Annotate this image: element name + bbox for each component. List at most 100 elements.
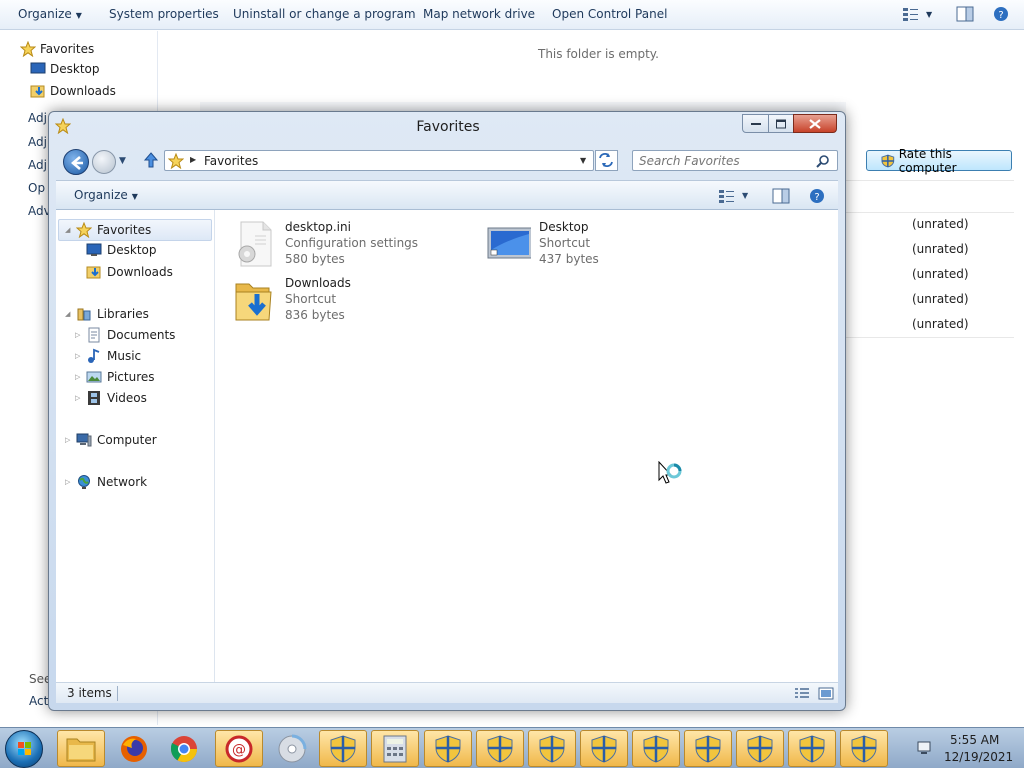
status-bar: 3 items xyxy=(56,682,838,703)
file-size: 437 bytes xyxy=(539,252,599,266)
help-icon[interactable]: ? xyxy=(808,188,826,204)
preview-pane-icon[interactable] xyxy=(772,188,790,204)
downloads-folder-icon xyxy=(235,283,272,321)
breadcrumb-favorites[interactable]: Favorites xyxy=(204,154,258,168)
nav-music[interactable]: Music xyxy=(86,348,141,364)
clock-date[interactable]: 12/19/2021 xyxy=(944,750,1013,764)
arrow-left-icon xyxy=(71,156,83,170)
rate-computer-button[interactable]: Rate this computer xyxy=(866,147,1012,175)
taskbar-uac-window-button[interactable] xyxy=(684,730,732,767)
bg-nav-desktop[interactable]: Desktop xyxy=(30,62,100,76)
taskbar-uac-window-button[interactable] xyxy=(736,730,784,767)
organize-button[interactable]: Organize ▼ xyxy=(74,188,138,202)
preview-pane-icon[interactable] xyxy=(956,6,974,22)
search-box[interactable] xyxy=(632,150,838,171)
file-item-downloads-shortcut[interactable]: Downloads Shortcut 836 bytes xyxy=(233,276,473,326)
nav-downloads[interactable]: Downloads xyxy=(86,264,173,280)
taskbar-uac-window-button[interactable] xyxy=(319,730,367,767)
search-icon[interactable] xyxy=(816,154,830,168)
settings-file-icon xyxy=(238,221,272,267)
collapsed-triangle-icon[interactable]: ▷ xyxy=(75,373,80,381)
nav-pictures[interactable]: Pictures xyxy=(86,369,155,385)
clock-time[interactable]: 5:55 AM xyxy=(950,733,999,747)
taskbar-disc-button[interactable] xyxy=(268,730,316,767)
address-dropdown-icon[interactable]: ▼ xyxy=(580,156,586,165)
nav-documents[interactable]: Documents xyxy=(86,327,175,343)
taskbar-uac-window-button[interactable] xyxy=(424,730,472,767)
back-button[interactable] xyxy=(63,149,89,175)
nav-desktop[interactable]: Desktop xyxy=(86,243,157,257)
taskbar-uac-window-button[interactable] xyxy=(788,730,836,767)
uac-shield-icon xyxy=(747,734,773,763)
start-button[interactable] xyxy=(5,730,43,768)
bg-uninstall-button[interactable]: Uninstall or change a program xyxy=(233,7,416,21)
maximize-icon xyxy=(776,119,786,128)
nav-libraries[interactable]: Libraries xyxy=(76,306,149,322)
documents-icon xyxy=(88,327,100,343)
collapsed-triangle-icon[interactable]: ▷ xyxy=(75,394,80,402)
large-icons-view-icon[interactable] xyxy=(818,687,834,700)
collapsed-triangle-icon[interactable]: ▷ xyxy=(65,436,70,444)
taskbar-uac-window-button[interactable] xyxy=(840,730,888,767)
uac-shield-icon xyxy=(695,734,721,763)
taskbar-uac-window-button[interactable] xyxy=(476,730,524,767)
details-view-icon[interactable] xyxy=(794,687,810,700)
bg-action-link-clipped[interactable]: Act xyxy=(29,694,48,708)
downloads-folder-icon xyxy=(86,266,101,279)
file-size: 836 bytes xyxy=(285,308,345,322)
taskbar-uac-window-button[interactable] xyxy=(632,730,680,767)
bg-nav-clipped-4[interactable]: Op xyxy=(28,181,45,195)
arrow-up-icon[interactable] xyxy=(143,151,159,169)
bg-nav-clipped-3[interactable]: Adj xyxy=(28,158,47,172)
taskbar-calculator-button[interactable] xyxy=(371,730,419,767)
close-button[interactable] xyxy=(793,114,837,133)
bg-nav-clipped-2[interactable]: Adj xyxy=(28,135,47,149)
expand-triangle-icon[interactable]: ◢ xyxy=(65,310,70,318)
network-tray-icon[interactable] xyxy=(916,740,934,756)
calculator-icon xyxy=(383,735,407,762)
view-dropdown-icon[interactable]: ▼ xyxy=(742,191,748,200)
nav-computer[interactable]: Computer xyxy=(76,432,157,448)
bg-system-properties-button[interactable]: System properties xyxy=(109,7,219,21)
breadcrumb-chevron-icon[interactable]: ▶ xyxy=(190,155,196,164)
file-item-desktop-shortcut[interactable]: Desktop Shortcut 437 bytes xyxy=(487,220,727,270)
view-dropdown-icon[interactable]: ▼ xyxy=(926,10,932,19)
collapsed-triangle-icon[interactable]: ▷ xyxy=(65,478,70,486)
bg-nav-downloads[interactable]: Downloads xyxy=(30,83,116,99)
collapsed-triangle-icon[interactable]: ▷ xyxy=(75,352,80,360)
nav-videos[interactable]: Videos xyxy=(86,390,147,406)
taskbar-uac-window-button[interactable] xyxy=(580,730,628,767)
bg-organize-button[interactable]: Organize ▼ xyxy=(18,7,82,21)
collapsed-triangle-icon[interactable]: ▷ xyxy=(75,331,80,339)
minimize-button[interactable] xyxy=(742,114,769,133)
bg-nav-favorites[interactable]: Favorites xyxy=(20,41,94,57)
search-input[interactable] xyxy=(639,154,809,168)
bg-nav-clipped-1[interactable]: Adj xyxy=(28,111,47,125)
taskbar-uac-window-button[interactable] xyxy=(528,730,576,767)
forward-button[interactable] xyxy=(92,150,116,174)
file-name: Downloads xyxy=(285,276,351,290)
refresh-button[interactable] xyxy=(595,150,618,171)
uac-shield-icon xyxy=(435,734,461,763)
taskbar-firefox-button[interactable] xyxy=(110,730,158,767)
view-options-icon[interactable] xyxy=(902,6,920,22)
expand-triangle-icon[interactable]: ◢ xyxy=(65,226,70,234)
star-icon xyxy=(20,41,36,57)
star-icon xyxy=(76,222,92,238)
nav-favorites[interactable]: Favorites xyxy=(76,222,151,238)
navigation-pane: ◢ Favorites Desktop Downloads ◢ Librarie… xyxy=(56,210,215,682)
file-item-desktop-ini[interactable]: desktop.ini Configuration settings 580 b… xyxy=(233,220,473,270)
maximize-button[interactable] xyxy=(768,114,794,133)
history-dropdown-icon[interactable]: ▼ xyxy=(119,156,126,166)
music-note-icon xyxy=(88,348,100,363)
bg-open-control-panel-button[interactable]: Open Control Panel xyxy=(552,7,667,21)
address-bar[interactable]: ▶ Favorites ▼ xyxy=(164,150,594,171)
view-options-icon[interactable] xyxy=(718,188,736,204)
desktop-monitor-icon xyxy=(487,227,531,259)
taskbar-chrome-button[interactable] xyxy=(160,730,208,767)
taskbar-explorer-button[interactable] xyxy=(57,730,105,767)
help-icon[interactable]: ? xyxy=(992,6,1010,22)
bg-map-drive-button[interactable]: Map network drive xyxy=(423,7,535,21)
taskbar-mail-app-button[interactable]: @ xyxy=(215,730,263,767)
nav-network[interactable]: Network xyxy=(76,474,147,490)
